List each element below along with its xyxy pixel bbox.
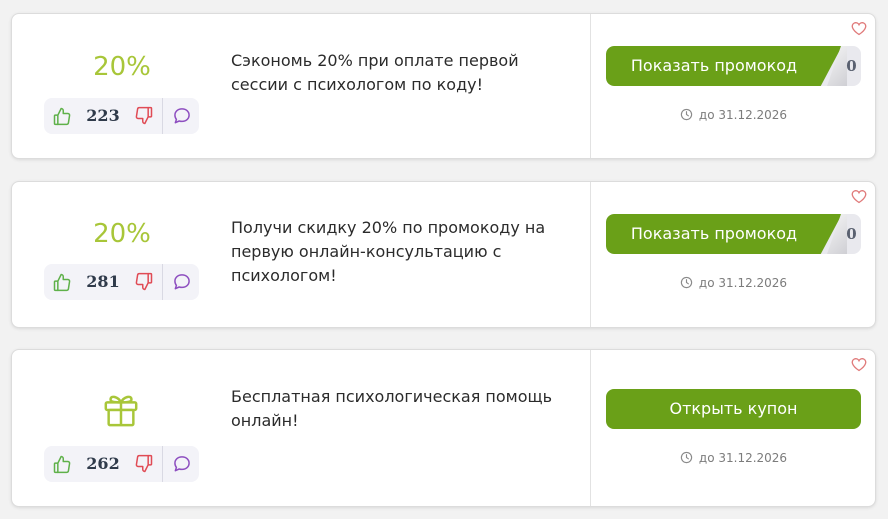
clock-icon [680, 451, 693, 464]
vote-count: 262 [86, 454, 120, 473]
vote-count: 223 [86, 106, 120, 125]
show-promo-wrapper: Показать промокод 0 [606, 214, 861, 254]
thumbs-down-icon[interactable] [134, 106, 154, 126]
favorite-heart-icon[interactable] [851, 357, 867, 372]
show-promo-label: Показать промокод [630, 224, 798, 243]
comment-icon[interactable] [172, 272, 192, 292]
vote-bar: 262 [44, 446, 199, 482]
vote-count: 281 [86, 272, 120, 291]
vote-bar: 281 [44, 264, 199, 300]
card-divider [590, 182, 591, 327]
coupon-list: 20% 223 Сэкономь 20% при оплате первой с… [0, 0, 888, 519]
vote-divider [162, 264, 163, 300]
expiry-date: до 31.12.2026 [606, 108, 861, 122]
favorite-heart-icon[interactable] [851, 189, 867, 204]
favorite-heart-icon[interactable] [851, 21, 867, 36]
vote-divider [162, 98, 163, 134]
open-coupon-wrapper: Открыть купон [606, 389, 861, 429]
vote-bar: 223 [44, 98, 199, 134]
clock-icon [680, 276, 693, 289]
expiry-date: до 31.12.2026 [606, 451, 861, 465]
gift-icon [104, 395, 138, 427]
thumbs-down-icon[interactable] [134, 454, 154, 474]
coupon-description: Сэкономь 20% при оплате первой сессии с … [231, 51, 519, 94]
coupon-card: 20% 281 Получи скидку 20% по промокоду н… [11, 181, 876, 328]
card-divider [590, 350, 591, 506]
thumbs-up-icon[interactable] [52, 454, 72, 474]
thumbs-up-icon[interactable] [52, 106, 72, 126]
expiry-text: до 31.12.2026 [698, 276, 788, 290]
expiry-date: до 31.12.2026 [606, 276, 861, 290]
comment-icon[interactable] [172, 454, 192, 474]
show-promo-button[interactable]: Показать промокод 0 [606, 214, 861, 254]
coupon-card: 262 Бесплатная психологическая помощь он… [11, 349, 876, 507]
expiry-text: до 31.12.2026 [698, 451, 788, 465]
coupon-description: Бесплатная психологическая помощь онлайн… [231, 387, 553, 430]
show-promo-label: Показать промокод [630, 56, 798, 75]
coupon-left-panel: 20% 281 [12, 182, 222, 327]
coupon-left-panel: 262 [12, 350, 222, 506]
open-coupon-button[interactable]: Открыть купон [606, 389, 861, 429]
promo-code-peek: 0 [846, 225, 857, 243]
discount-value: 20% [93, 52, 151, 82]
thumbs-up-icon[interactable] [52, 272, 72, 292]
coupon-card: 20% 223 Сэкономь 20% при оплате первой с… [11, 13, 876, 159]
clock-icon [680, 108, 693, 121]
comment-icon[interactable] [172, 106, 192, 126]
card-divider [590, 14, 591, 158]
coupon-description: Получи скидку 20% по промокоду на первую… [231, 218, 546, 285]
promo-code-peek: 0 [846, 57, 857, 75]
thumbs-down-icon[interactable] [134, 272, 154, 292]
vote-divider [162, 446, 163, 482]
coupon-left-panel: 20% 223 [12, 14, 222, 158]
show-promo-wrapper: Показать промокод 0 [606, 46, 861, 86]
expiry-text: до 31.12.2026 [698, 108, 788, 122]
discount-value: 20% [93, 219, 151, 249]
show-promo-button[interactable]: Показать промокод 0 [606, 46, 861, 86]
